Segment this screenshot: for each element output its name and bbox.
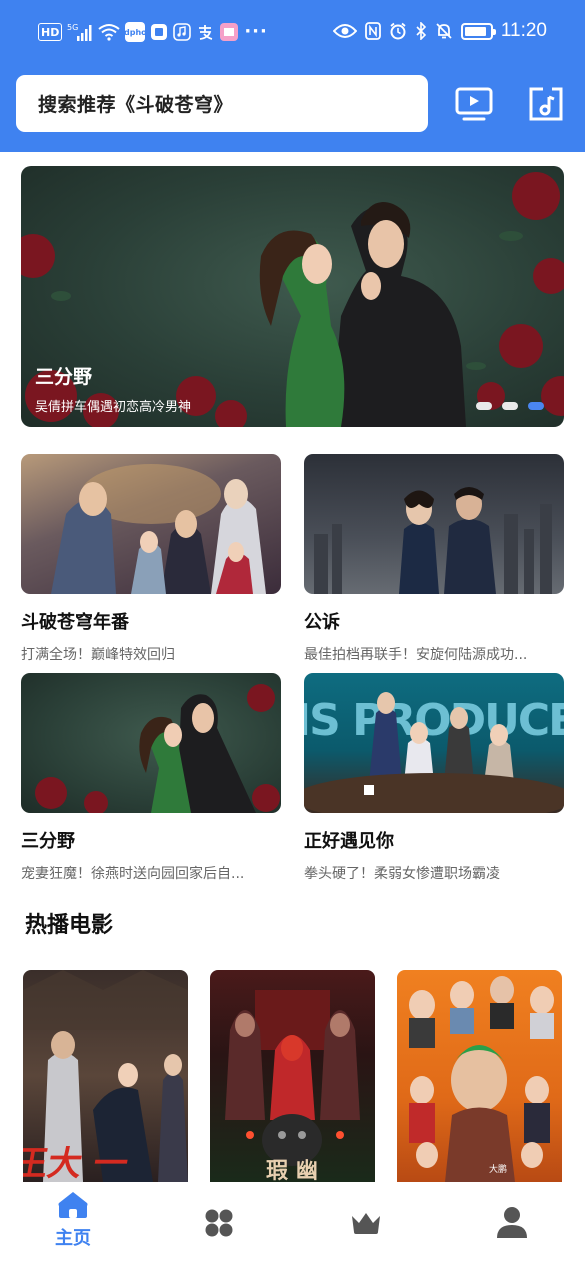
nav-home[interactable]: 主页 bbox=[33, 1190, 113, 1250]
bottom-navigation: 主页 bbox=[0, 1182, 585, 1273]
video-card[interactable]: 公诉 最佳拍档再联手！安旋何陆源成功... bbox=[304, 454, 564, 664]
top-header: HD 5G dpho ··· 11:20 搜索推荐《斗破苍穹》 bbox=[0, 0, 585, 152]
card-description: 最佳拍档再联手！安旋何陆源成功... bbox=[304, 647, 528, 663]
wifi-icon bbox=[98, 22, 120, 42]
more-notifications-icon: ··· bbox=[244, 21, 268, 42]
signal-icon: 5G bbox=[67, 22, 93, 42]
nav-home-label: 主页 bbox=[55, 1228, 91, 1249]
carousel-dot[interactable] bbox=[476, 402, 492, 410]
featured-banner[interactable]: 三分野 吴倩拼车偶遇初恋高冷男神 bbox=[21, 166, 564, 427]
poster-art: 王大 一 bbox=[23, 970, 188, 1182]
movie-poster[interactable]: 大鹏 bbox=[397, 970, 562, 1182]
video-card[interactable]: 斗破苍穹年番 打满全场！巅峰特效回归 bbox=[21, 454, 281, 664]
nav-vip[interactable] bbox=[326, 1190, 406, 1236]
carousel-indicator bbox=[476, 402, 544, 410]
card-title: 正好遇见你 bbox=[304, 831, 394, 852]
banner-artwork bbox=[21, 172, 564, 427]
svg-text:瑕 幽: 瑕 幽 bbox=[266, 1159, 318, 1182]
alarm-icon bbox=[389, 21, 407, 41]
poster-art: 大鹏 bbox=[409, 976, 554, 1182]
card-description: 打满全场！巅峰特效回归 bbox=[21, 647, 175, 663]
nav-profile[interactable] bbox=[472, 1190, 552, 1238]
hd-badge: HD bbox=[38, 23, 63, 41]
alipay-icon bbox=[196, 22, 214, 42]
video-card[interactable]: HIS PRODUCER 正好遇见你 拳头硬了！柔弱女惨遭职场霸凌 bbox=[304, 673, 564, 883]
mute-bell-icon bbox=[435, 21, 453, 41]
message-app-icon bbox=[150, 22, 168, 42]
thumbnail-art bbox=[314, 487, 552, 594]
card-title: 公诉 bbox=[304, 612, 340, 633]
user-icon bbox=[497, 1207, 527, 1238]
card-thumbnail bbox=[21, 454, 281, 594]
svg-text:王大 一: 王大 一 bbox=[23, 1144, 131, 1182]
music-button[interactable] bbox=[524, 82, 568, 126]
clock-time: 11:20 bbox=[500, 20, 547, 41]
eye-icon bbox=[332, 21, 357, 41]
card-title: 三分野 bbox=[21, 831, 75, 852]
bluetooth-icon bbox=[415, 21, 427, 41]
card-description: 宠妻狂魔！徐燕时送向园回家后自... bbox=[21, 866, 245, 882]
battery-level bbox=[464, 26, 487, 36]
thumbnail-art: HIS PRODUCER bbox=[304, 692, 564, 813]
card-description: 拳头硬了！柔弱女惨遭职场霸凌 bbox=[304, 866, 500, 882]
search-input[interactable]: 搜索推荐《斗破苍穹》 bbox=[16, 75, 428, 132]
thumbnail-art bbox=[35, 684, 280, 813]
tv-button[interactable] bbox=[452, 82, 496, 126]
carousel-dot[interactable] bbox=[502, 402, 518, 410]
card-thumbnail bbox=[304, 454, 564, 594]
music-app-icon bbox=[173, 22, 192, 42]
battery-icon bbox=[460, 22, 496, 40]
crown-icon bbox=[352, 1213, 380, 1234]
network-type: 5G bbox=[67, 23, 78, 32]
categories-icon bbox=[205, 1209, 233, 1237]
movie-poster[interactable]: 瑕 幽 bbox=[210, 970, 375, 1182]
carousel-dot-active[interactable] bbox=[528, 402, 544, 410]
status-bar-right: 11:20 bbox=[332, 20, 547, 42]
poster-art: 瑕 幽 bbox=[225, 990, 360, 1182]
card-thumbnail: HIS PRODUCER bbox=[304, 673, 564, 813]
nfc-icon bbox=[364, 21, 381, 41]
movie-poster[interactable]: 王大 一 bbox=[23, 970, 188, 1182]
card-thumbnail bbox=[21, 673, 281, 813]
thumbnail-art bbox=[51, 464, 266, 594]
status-bar: HD 5G dpho ··· 11:20 bbox=[0, 0, 585, 64]
shopping-app-icon bbox=[219, 22, 239, 42]
banner-subtitle: 吴倩拼车偶遇初恋高冷男神 bbox=[35, 400, 192, 415]
producer-title-art: HIS PRODUCER bbox=[304, 695, 564, 746]
tv-icon bbox=[455, 87, 493, 121]
search-placeholder: 搜索推荐《斗破苍穹》 bbox=[38, 94, 234, 116]
app-notification-icon: dpho bbox=[124, 22, 147, 42]
status-bar-left: HD 5G dpho ··· bbox=[38, 22, 268, 42]
home-icon bbox=[58, 1192, 88, 1218]
banner-title: 三分野 bbox=[35, 366, 93, 388]
video-card[interactable]: 三分野 宠妻狂魔！徐燕时送向园回家后自... bbox=[21, 673, 281, 883]
music-note-icon bbox=[529, 87, 563, 121]
hot-movies-heading: 热播电影 bbox=[25, 913, 114, 938]
poster-credit: 大鹏 bbox=[489, 1163, 507, 1175]
card-title: 斗破苍穹年番 bbox=[21, 612, 129, 633]
nav-categories[interactable] bbox=[179, 1190, 259, 1238]
